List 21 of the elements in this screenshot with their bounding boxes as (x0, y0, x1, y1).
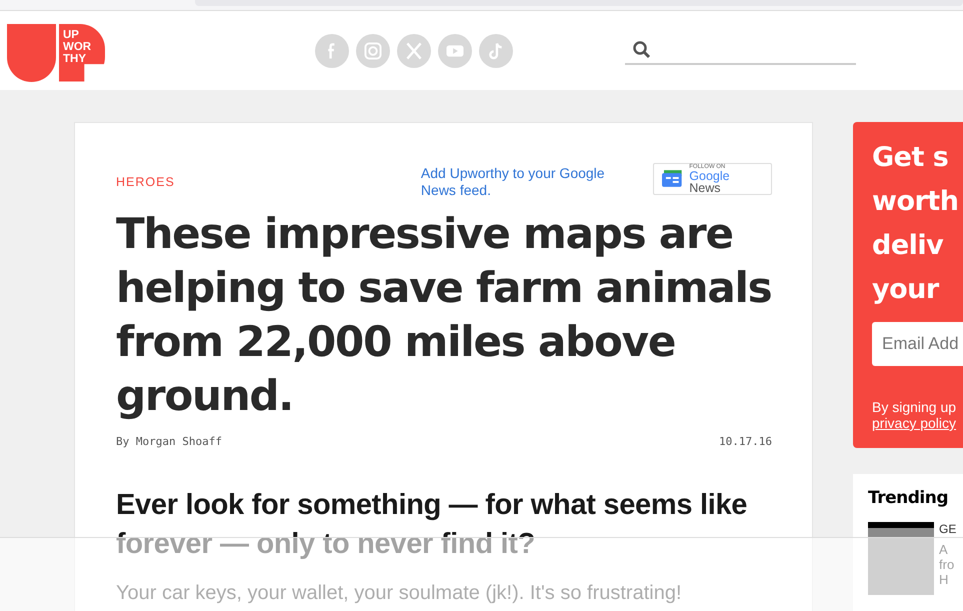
privacy-policy-link[interactable]: privacy policy (872, 415, 963, 431)
publish-date: 10.17.16 (719, 435, 772, 448)
instagram-icon[interactable] (356, 34, 390, 68)
email-field[interactable]: Email Add (872, 322, 963, 366)
article-title: These impressive maps are helping to save farm animals from 22,000 miles above ground. (116, 208, 772, 422)
facebook-icon[interactable] (315, 34, 349, 68)
trending-title: Trending (868, 488, 950, 508)
trending-category: GE (939, 522, 956, 536)
signup-note: By signing up (872, 399, 958, 415)
youtube-icon[interactable] (438, 34, 472, 68)
photo-placeholder[interactable] (868, 522, 934, 595)
newsletter-heading: Get s worth deliv your (872, 141, 960, 307)
trending-headline[interactable]: A fro H (939, 542, 956, 587)
tiktok-icon[interactable] (479, 34, 513, 68)
category-label[interactable]: HEROES (116, 175, 421, 189)
article-paragraph: Your car keys, your wallet, your soulmate (jk!). It's so frustrating! (116, 582, 683, 605)
author-byline: By Morgan Shoaff (116, 435, 222, 448)
google-news-link[interactable]: Add Upworthy to your Google News feed. (420, 165, 618, 199)
news-icon (662, 170, 684, 188)
search-icon (633, 40, 651, 58)
x-icon[interactable] (397, 34, 431, 68)
